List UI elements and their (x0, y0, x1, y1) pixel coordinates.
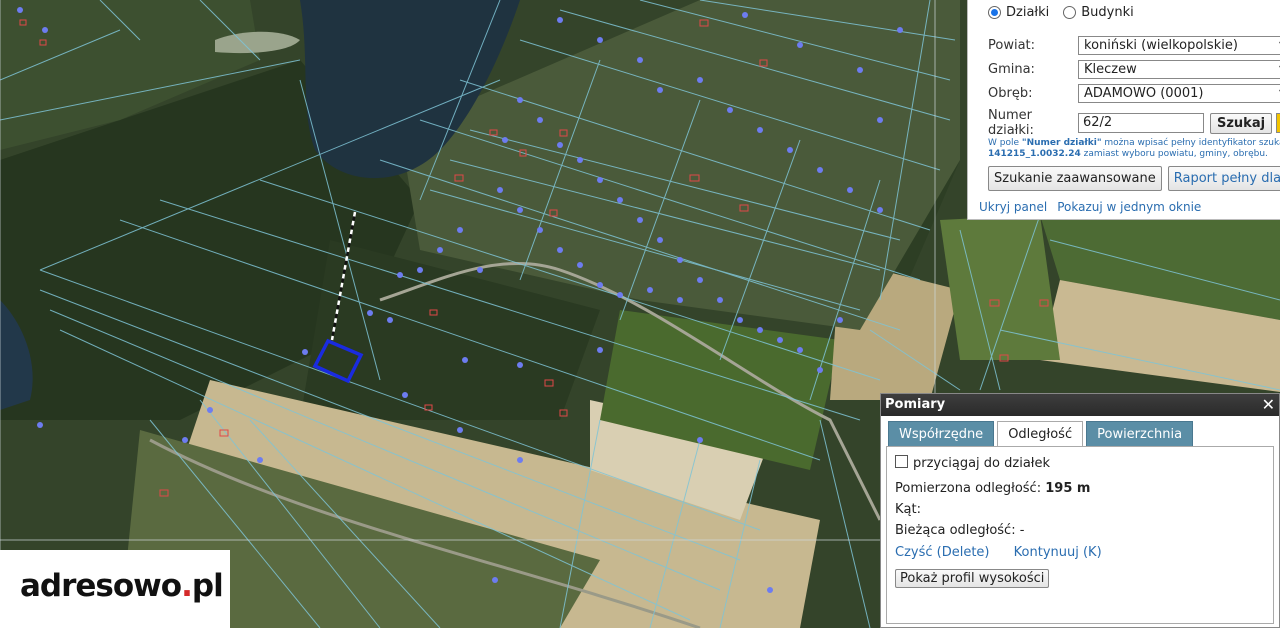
radio-budynki[interactable] (1063, 6, 1077, 19)
extra-button-edge[interactable] (1276, 113, 1280, 133)
measurement-panel-title: Pomiary (885, 397, 946, 412)
measure-actions: Czyść (Delete) Kontynuuj (K) (895, 545, 1102, 560)
current-distance-label: Bieżąca odległość: - (895, 523, 1025, 538)
advanced-search-button[interactable]: Szukanie zaawansowane (988, 166, 1162, 191)
parcel-number-input[interactable]: 62/2 (1078, 113, 1204, 133)
measurement-panel: Pomiary ✕ Współrzędne Odległość Powierzc… (880, 393, 1280, 628)
obreb-row: Obręb: ADAMOWO (0001) (988, 84, 1280, 103)
gmina-row: Gmina: Kleczew (988, 60, 1280, 79)
snap-label[interactable]: przyciągaj do działek (913, 456, 1050, 471)
profile-row: Pokaż profil wysokości (895, 569, 1050, 588)
measurement-tabs: Współrzędne Odległość Powierzchnia (888, 421, 1196, 446)
adresowo-logo[interactable]: adresowo.pl (0, 550, 230, 628)
gmina-label: Gmina: (988, 62, 1035, 77)
obreb-select[interactable]: ADAMOWO (0001) (1078, 84, 1280, 103)
hide-panel-link[interactable]: Ukryj panel (979, 200, 1047, 214)
radio-budynki-label[interactable]: Budynki (1081, 5, 1133, 20)
angle-label: Kąt: (895, 502, 921, 517)
powiat-label: Powiat: (988, 38, 1036, 53)
search-hint: W pole "Numer działki" można wpisać pełn… (988, 138, 1280, 159)
measurement-body: przyciągaj do działek Pomierzona odległo… (886, 446, 1274, 624)
snap-row: przyciągaj do działek (895, 455, 1050, 471)
tab-powierzchnia[interactable]: Powierzchnia (1086, 421, 1194, 446)
panel-links: Ukryj panel Pokazuj w jednym oknie (979, 200, 1201, 214)
tab-odleglosc[interactable]: Odległość (997, 421, 1084, 446)
action-buttons-row: Szukanie zaawansowane Raport pełny dla d… (988, 166, 1280, 191)
radio-dzialki-label[interactable]: Działki (1006, 5, 1049, 20)
search-button[interactable]: Szukaj (1210, 112, 1273, 134)
parcel-search-panel: Działki Budynki Powiat: koniński (wielko… (967, 0, 1280, 220)
obreb-label: Obręb: (988, 86, 1033, 101)
measurement-panel-header: Pomiary ✕ (881, 394, 1279, 416)
measured-distance-row: Pomierzona odległość: 195 m (895, 481, 1090, 496)
clear-link[interactable]: Czyść (Delete) (895, 545, 990, 560)
gmina-select[interactable]: Kleczew (1078, 60, 1280, 79)
numer-row: Numer działki: 62/2 Szukaj (988, 108, 1280, 138)
measured-distance-value: 195 m (1045, 481, 1091, 496)
full-report-button[interactable]: Raport pełny dla dział (1167, 166, 1280, 191)
search-mode-radios: Działki Budynki (988, 5, 1148, 20)
continue-link[interactable]: Kontynuuj (K) (1014, 545, 1102, 560)
measured-distance-label: Pomierzona odległość: (895, 481, 1042, 496)
radio-dzialki[interactable] (988, 6, 1001, 19)
logo-text: adresowo.pl (20, 568, 224, 604)
elevation-profile-button[interactable]: Pokaż profil wysokości (895, 569, 1050, 588)
numer-label: Numer działki: (988, 108, 1034, 138)
close-icon[interactable]: ✕ (1262, 394, 1275, 416)
snap-checkbox[interactable] (895, 455, 908, 468)
powiat-select[interactable]: koniński (wielkopolskie) (1078, 36, 1280, 55)
tab-wspolrzedne[interactable]: Współrzędne (888, 421, 995, 446)
powiat-row: Powiat: koniński (wielkopolskie) (988, 36, 1280, 55)
single-window-link[interactable]: Pokazuj w jednym oknie (1057, 200, 1201, 214)
